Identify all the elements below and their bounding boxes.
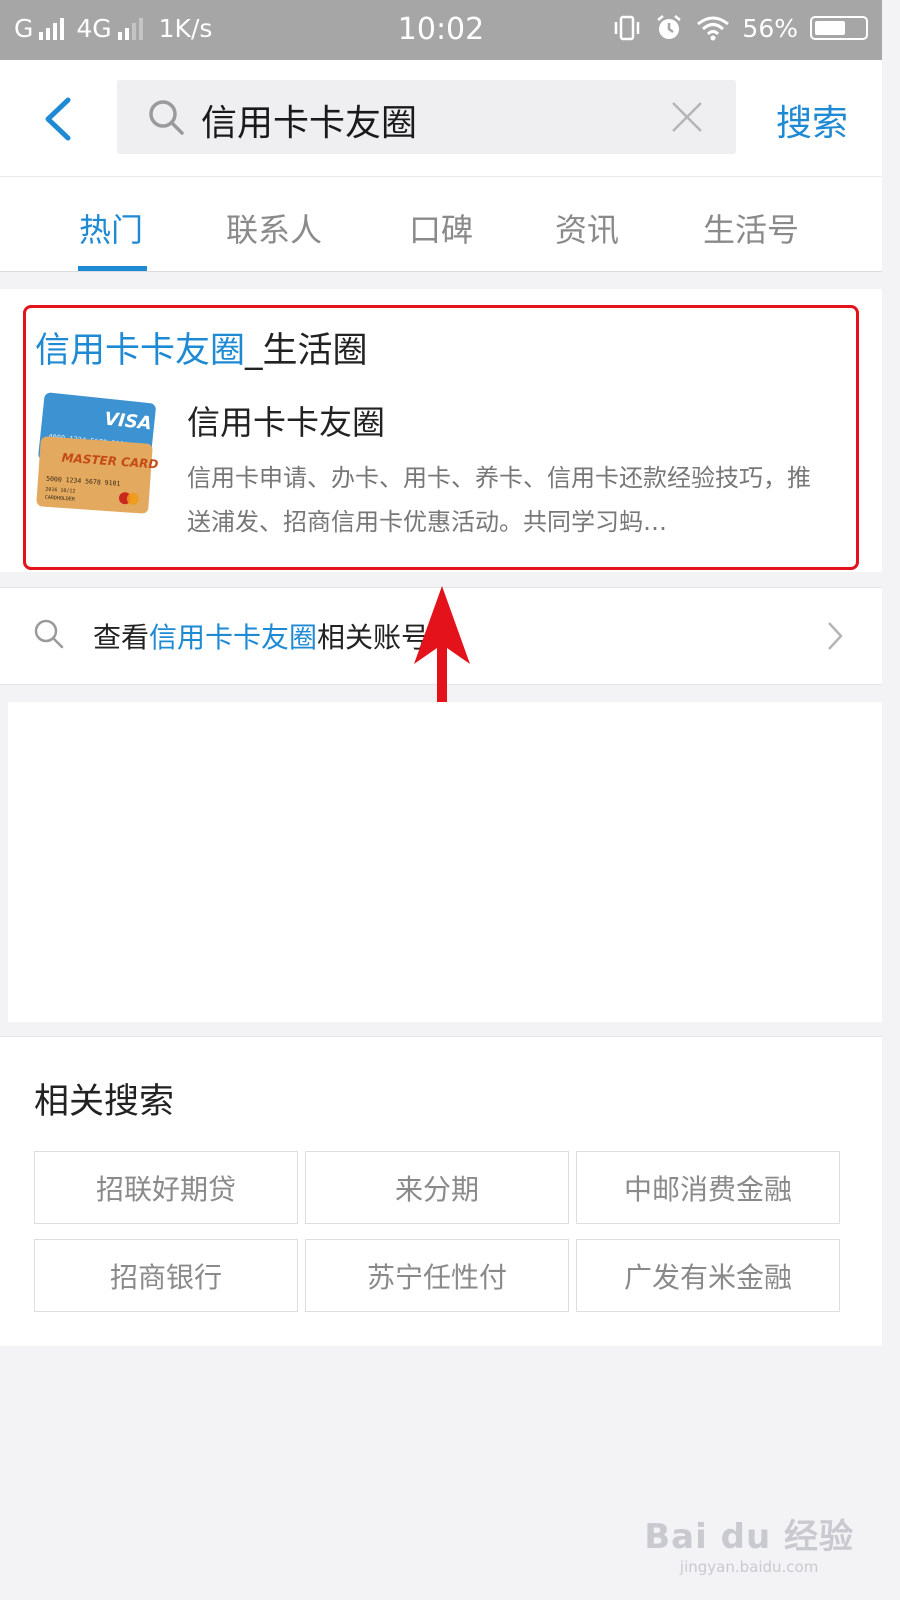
status-right: 56% — [612, 13, 868, 43]
clear-icon[interactable] — [670, 100, 704, 134]
search-icon — [34, 619, 64, 649]
related-search-chip[interactable]: 招联好期贷 — [34, 1151, 298, 1224]
watermark-url: jingyan.baidu.com — [679, 1558, 819, 1576]
tab-news[interactable]: 资讯 — [555, 205, 619, 251]
back-icon[interactable] — [38, 96, 78, 142]
search-input[interactable]: 信用卡卡友圈 — [117, 80, 736, 154]
baidu-watermark: Bai du 经验 jingyan.baidu.com — [644, 1509, 854, 1576]
related-accounts-text: 查看信用卡卡友圈相关账号 — [93, 616, 429, 656]
result-title-suffix: _生活圈 — [245, 331, 368, 371]
chevron-right-icon — [828, 622, 843, 650]
search-header: 信用卡卡友圈 搜索 — [0, 60, 882, 176]
tab-hot[interactable]: 热门 — [79, 205, 143, 251]
related-accounts-highlight: 信用卡卡友圈 — [149, 621, 318, 654]
search-query[interactable]: 信用卡卡友圈 — [201, 94, 417, 146]
empty-area — [8, 702, 882, 1022]
tab-koubei[interactable]: 口碑 — [409, 205, 473, 251]
result-title-highlight: 信用卡卡友圈 — [35, 331, 246, 371]
wifi-icon — [697, 16, 730, 41]
result-item-description: 信用卡申请、办卡、用卡、养卡、信用卡还款经验技巧，推送浦发、招商信用卡优惠活动。… — [187, 464, 811, 536]
status-bar: G 4G 1K/s 10:02 56% — [0, 0, 882, 60]
related-search-chip[interactable]: 广发有米金融 — [576, 1239, 840, 1312]
credit-card-image: VISA 4000 1234 5678 9101 MASTER CARD 500… — [36, 392, 159, 514]
tab-active-indicator — [78, 266, 147, 271]
related-accounts-prefix: 查看 — [93, 621, 150, 654]
related-searches: 相关搜索 招联好期贷 来分期 中邮消费金融 招商银行 苏宁任性付 广发有米金融 — [0, 1036, 882, 1346]
related-search-chip[interactable]: 来分期 — [305, 1151, 569, 1224]
tab-contacts[interactable]: 联系人 — [226, 205, 322, 251]
related-searches-title: 相关搜索 — [34, 1082, 175, 1122]
vibrate-icon — [615, 15, 640, 41]
result-tabs: 热门 联系人 口碑 资讯 生活号 — [0, 176, 882, 272]
related-search-chip[interactable]: 中邮消费金融 — [576, 1151, 840, 1224]
search-icon — [149, 100, 184, 135]
result-title[interactable]: 信用卡卡友圈_生活圈 — [35, 322, 368, 373]
related-search-chip[interactable]: 招商银行 — [34, 1239, 298, 1312]
watermark-brand: Bai du 经验 — [644, 1517, 854, 1557]
search-button[interactable]: 搜索 — [776, 94, 848, 146]
battery-percent: 56% — [742, 13, 798, 43]
result-item-name: 信用卡卡友圈 — [187, 403, 385, 442]
related-search-chip[interactable]: 苏宁任性付 — [305, 1239, 569, 1312]
tab-life-account[interactable]: 生活号 — [703, 205, 799, 251]
battery-icon — [810, 16, 868, 40]
alarm-icon — [657, 15, 682, 39]
